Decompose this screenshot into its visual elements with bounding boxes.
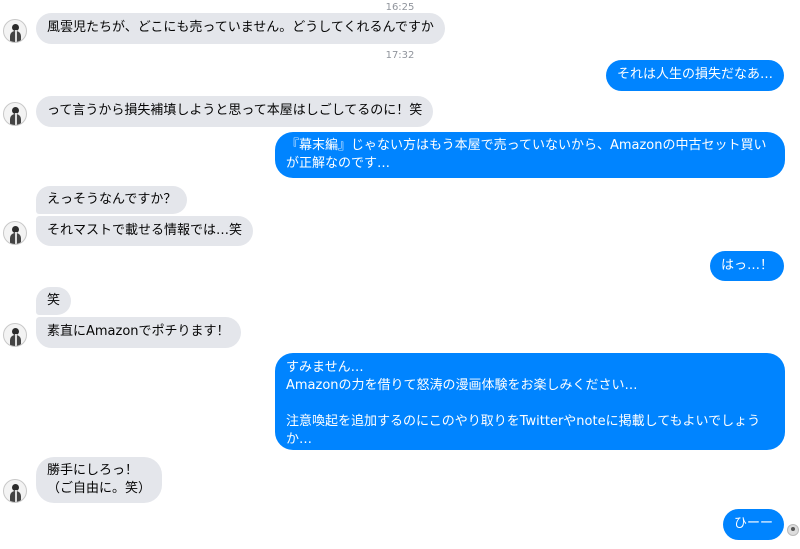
message-incoming[interactable]: それマストで載せる情報では…笑 — [36, 216, 254, 246]
message-incoming[interactable]: 笑 — [36, 287, 72, 315]
message-incoming[interactable]: って言うから損失補填しようと思って本屋はしごしてるのに！笑 — [36, 96, 434, 127]
message-incoming[interactable]: 勝手にしろっ！ （ご自由に。笑） — [36, 457, 163, 503]
message-outgoing[interactable]: はっ…！ — [709, 251, 784, 281]
timestamp: 16:25 — [385, 2, 415, 13]
message-outgoing[interactable]: 『幕末編』じゃない方はもう本屋で売っていないから、Amazonの中古セット買いが… — [275, 132, 785, 178]
contact-avatar-icon[interactable] — [3, 323, 27, 347]
message-outgoing[interactable]: すみません… Amazonの力を借りて怒涛の漫画体験をお楽しみください… 注意喚… — [275, 353, 785, 450]
message-incoming[interactable]: えっそうなんですか？ — [36, 186, 188, 214]
message-incoming[interactable]: 風雲児たちが、どこにも売っていません。どうしてくれるんですか — [36, 13, 445, 44]
contact-avatar-icon[interactable] — [3, 479, 27, 503]
message-outgoing[interactable]: それは人生の損失だなあ… — [605, 60, 784, 91]
message-outgoing[interactable]: ひーー — [722, 509, 784, 540]
contact-avatar-icon[interactable] — [3, 19, 27, 43]
contact-avatar-icon[interactable] — [3, 221, 27, 245]
message-incoming[interactable]: 素直にAmazonでポチります！ — [36, 317, 241, 348]
contact-avatar-icon[interactable] — [3, 102, 27, 126]
seen-indicator-icon — [787, 524, 799, 536]
